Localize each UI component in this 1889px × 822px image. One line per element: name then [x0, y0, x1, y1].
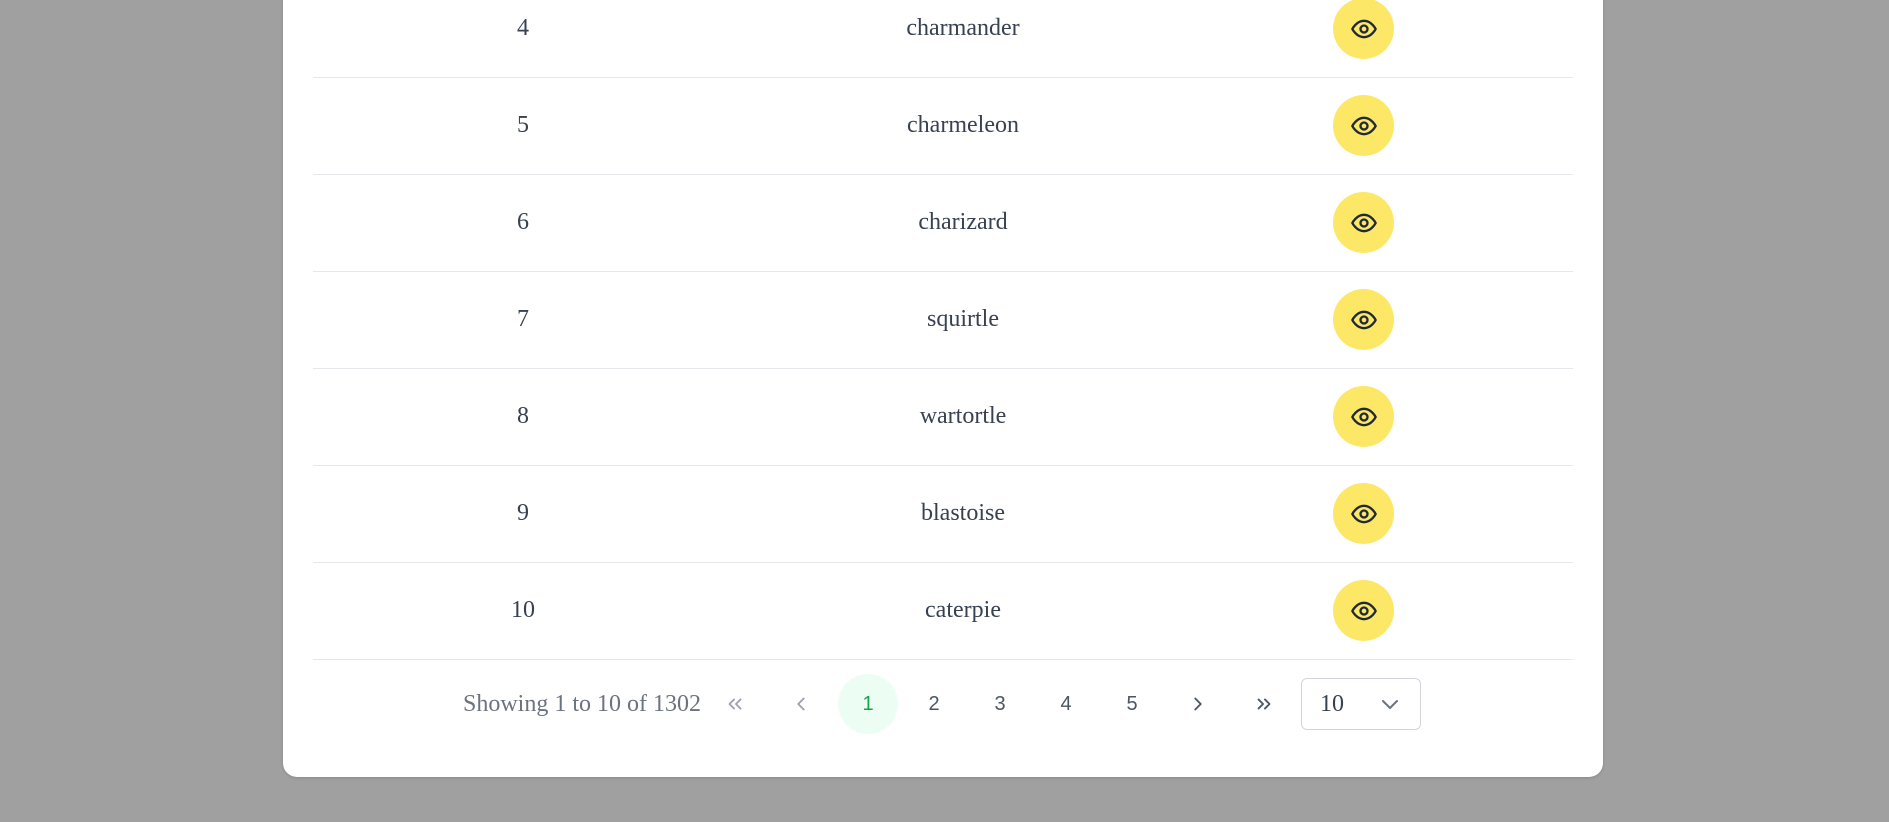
view-button[interactable]: [1333, 192, 1394, 253]
pagination: Showing 1 to 10 of 1302 1 2 3 4 5 10: [283, 674, 1603, 734]
eye-icon: [1350, 601, 1377, 620]
page-button-4[interactable]: 4: [1036, 676, 1096, 732]
row-name: charizard: [918, 209, 1008, 235]
eye-icon: [1350, 310, 1377, 329]
double-chevron-right-icon: [1257, 698, 1271, 710]
eye-icon: [1350, 19, 1377, 38]
double-chevron-left-icon: [728, 698, 742, 710]
table-row: 4 charmander: [313, 0, 1573, 78]
view-button[interactable]: [1333, 483, 1394, 544]
row-name: caterpie: [925, 597, 1001, 623]
eye-icon: [1350, 213, 1377, 232]
row-name: charmeleon: [907, 112, 1019, 138]
row-name: wartortle: [919, 403, 1007, 429]
table-row: 5 charmeleon: [313, 77, 1573, 175]
row-id: 4: [517, 15, 529, 41]
next-page-button[interactable]: [1168, 676, 1228, 732]
chevron-right-icon: [1194, 697, 1202, 711]
row-id: 7: [517, 306, 529, 332]
view-button[interactable]: [1333, 580, 1394, 641]
table-row: 9 blastoise: [313, 465, 1573, 563]
page-button-1[interactable]: 1: [838, 674, 898, 734]
first-page-button[interactable]: [705, 676, 765, 732]
page-button-5[interactable]: 5: [1102, 676, 1162, 732]
eye-icon: [1350, 504, 1377, 523]
view-button[interactable]: [1333, 95, 1394, 156]
row-name: charmander: [906, 15, 1020, 41]
page-size-select[interactable]: 10: [1301, 678, 1421, 730]
table-row: 8 wartortle: [313, 368, 1573, 466]
eye-icon: [1350, 407, 1377, 426]
prev-page-button[interactable]: [771, 676, 831, 732]
table-row: 7 squirtle: [313, 271, 1573, 369]
row-id: 5: [517, 112, 529, 138]
last-page-button[interactable]: [1234, 676, 1294, 732]
eye-icon: [1350, 116, 1377, 135]
view-button[interactable]: [1333, 386, 1394, 447]
chevron-left-icon: [797, 697, 805, 711]
page-size-value: 10: [1320, 691, 1344, 717]
page-button-2[interactable]: 2: [904, 676, 964, 732]
view-button[interactable]: [1333, 289, 1394, 350]
row-id: 8: [517, 403, 529, 429]
table-row: 10 caterpie: [313, 562, 1573, 660]
row-name: squirtle: [927, 306, 999, 332]
row-id: 9: [517, 500, 529, 526]
row-id: 10: [511, 597, 535, 623]
chevron-down-icon: [1382, 700, 1398, 709]
view-button[interactable]: [1333, 0, 1394, 59]
row-id: 6: [517, 209, 529, 235]
row-name: blastoise: [921, 500, 1005, 526]
table-row: 6 charizard: [313, 174, 1573, 272]
pagination-summary: Showing 1 to 10 of 1302: [463, 691, 702, 717]
content-card: 4 charmander 5 charmeleon 6 charizard 7 …: [283, 0, 1603, 777]
page-button-3[interactable]: 3: [970, 676, 1030, 732]
